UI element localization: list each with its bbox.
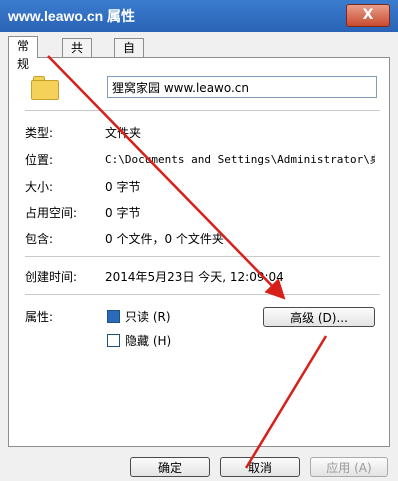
apply-button[interactable]: 应用 (A) bbox=[310, 457, 388, 477]
hidden-label: 隐藏 (H) bbox=[125, 334, 172, 348]
tab-customize[interactable]: 自定义 bbox=[114, 38, 145, 91]
hidden-checkbox[interactable] bbox=[107, 334, 120, 347]
tab-general[interactable]: 常规 bbox=[8, 36, 39, 71]
divider bbox=[25, 110, 380, 111]
folder-icon bbox=[31, 76, 59, 100]
tab-sharing[interactable]: 共享 bbox=[62, 38, 93, 73]
cancel-button[interactable]: 取消 bbox=[220, 457, 300, 477]
type-value: 文件夹 bbox=[105, 126, 142, 140]
disk-size-label: 占用空间: bbox=[25, 206, 78, 220]
ok-button[interactable]: 确定 bbox=[130, 457, 210, 477]
advanced-button[interactable]: 高级 (D)... bbox=[263, 307, 375, 327]
location-label: 位置: bbox=[25, 153, 54, 167]
disk-size-value: 0 字节 bbox=[105, 206, 141, 220]
folder-name-input[interactable]: 狸窝家园 www.leawo.cn bbox=[107, 76, 377, 98]
created-label: 创建时间: bbox=[25, 270, 78, 284]
location-value: C:\Documents and Settings\Administrator\… bbox=[105, 153, 375, 166]
title-bar: www.leawo.cn 属性 X bbox=[0, 0, 398, 32]
size-value: 0 字节 bbox=[105, 180, 141, 194]
readonly-label: 只读 (R) bbox=[125, 310, 171, 324]
divider bbox=[25, 256, 380, 257]
general-panel: 狸窝家园 www.leawo.cn 类型: 文件夹 位置: C:\Documen… bbox=[8, 57, 390, 447]
created-value: 2014年5月23日 今天, 12:09:04 bbox=[105, 270, 284, 284]
type-label: 类型: bbox=[25, 126, 54, 140]
close-button[interactable]: X bbox=[346, 4, 390, 27]
attributes-label: 属性: bbox=[25, 310, 54, 324]
folder-name-value: 狸窝家园 www.leawo.cn bbox=[112, 81, 250, 95]
contains-value: 0 个文件，0 个文件夹 bbox=[105, 232, 224, 246]
size-label: 大小: bbox=[25, 180, 54, 194]
tab-general-label: 常规 bbox=[17, 39, 30, 71]
divider bbox=[25, 294, 380, 295]
contains-label: 包含: bbox=[25, 232, 54, 246]
window-title: www.leawo.cn 属性 bbox=[8, 8, 136, 24]
readonly-checkbox[interactable] bbox=[107, 310, 120, 323]
